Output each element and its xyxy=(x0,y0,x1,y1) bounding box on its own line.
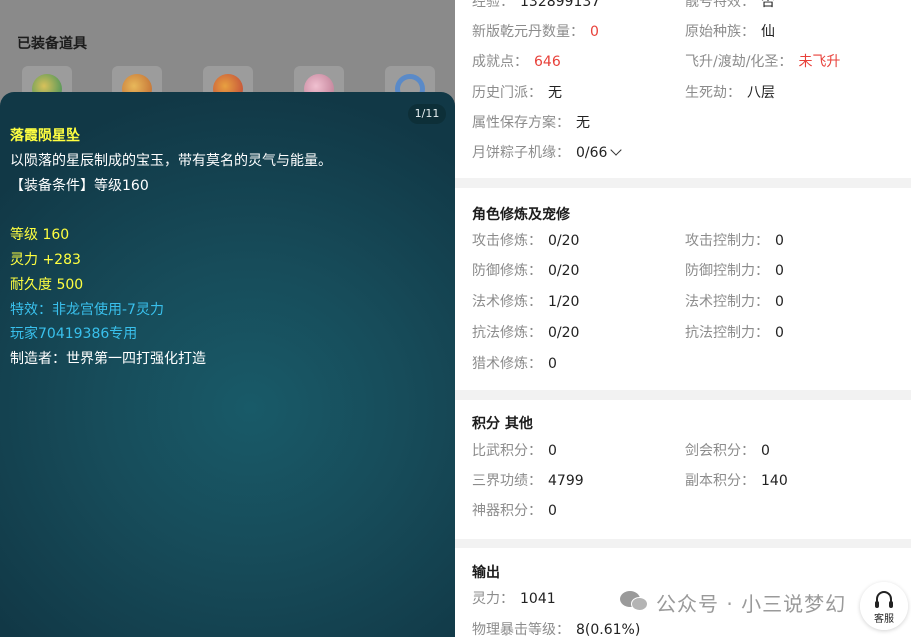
equipment-panel: 已装备道具 1/11 落霞陨星坠以陨落的星辰制成的宝玉，带有莫名的灵气与能量。【… xyxy=(0,0,455,637)
tooltip-line: 制造者：世界第一四打强化打造 xyxy=(10,351,206,368)
info-row: 靓号特效：否 xyxy=(685,0,775,10)
info-row: 新版乾元丹数量： 0 xyxy=(472,24,599,40)
wechat-icon xyxy=(620,591,650,613)
info-row: 剑会积分： 0 xyxy=(685,443,770,459)
equipped-items-title: 已装备道具 xyxy=(17,36,87,52)
info-row: 攻击控制力： 0 xyxy=(685,233,784,249)
mooncake-fate-dropdown[interactable]: 月饼粽子机缘： 0/66 xyxy=(472,143,623,163)
tooltip-line: 特效：非龙宫使用-7灵力 xyxy=(10,301,164,318)
tooltip-lines: 落霞陨星坠以陨落的星辰制成的宝玉，带有莫名的灵气与能量。 【装备条件】等级160 等… xyxy=(10,124,440,372)
basic-info-card: 经验： 132899137 靓号特效：否 新版乾元丹数量： 0 原始种族：仙 成就点… xyxy=(455,0,911,178)
item-name: 落霞陨星坠 xyxy=(10,128,80,144)
customer-service-button[interactable]: 客服 xyxy=(860,582,908,630)
points-card: 积分 其他 比武积分： 0 剑会积分： 0 三界功绩： 4799 副本积分： 140 神… xyxy=(455,400,911,539)
info-row: 飞升/渡劫/化圣： 未飞升 xyxy=(685,54,841,70)
character-info-panel: 经验： 132899137 靓号特效：否 新版乾元丹数量： 0 原始种族：仙 成就点… xyxy=(455,0,911,637)
tooltip-line: 灵力 +283 xyxy=(10,251,81,268)
info-row: 生死劫： 八层 xyxy=(685,85,775,101)
info-row: 防御修炼： 0/20 xyxy=(472,263,580,279)
info-row: 灵力： 1041 xyxy=(472,591,556,607)
tooltip-line: 等级 160 xyxy=(10,227,70,244)
info-row: 物理暴击等级： 8(0.61%) xyxy=(472,622,641,637)
info-row: 法术控制力： 0 xyxy=(685,294,784,310)
info-row: 经验： 132899137 xyxy=(472,0,601,10)
info-row: 三界功绩： 4799 xyxy=(472,473,584,489)
watermark-text: 公众号 · 小三说梦幻 xyxy=(656,591,847,616)
output-title: 输出 xyxy=(472,565,500,581)
info-row: 法术修炼： 1/20 xyxy=(472,294,580,310)
item-tooltip: 1/11 落霞陨星坠以陨落的星辰制成的宝玉，带有莫名的灵气与能量。 【装备条件】等… xyxy=(0,92,455,637)
customer-service-label: 客服 xyxy=(874,614,894,625)
info-row: 抗法修炼： 0/20 xyxy=(472,325,580,341)
info-row: 副本积分： 140 xyxy=(685,473,788,489)
info-row: 属性保存方案：无 xyxy=(472,115,590,131)
info-row: 防御控制力： 0 xyxy=(685,263,784,279)
tooltip-line: 耐久度 500 xyxy=(10,276,84,293)
points-title: 积分 其他 xyxy=(472,416,533,432)
chevron-down-icon xyxy=(610,144,623,156)
tooltip-line: 玩家70419386专用 xyxy=(10,326,138,343)
tooltip-line: 以陨落的星辰制成的宝玉，带有莫名的灵气与能量。 xyxy=(10,152,332,169)
info-row: 猎术修炼： 0 xyxy=(472,356,557,372)
info-row: 历史门派：无 xyxy=(472,85,562,101)
info-row: 抗法控制力： 0 xyxy=(685,325,784,341)
page-indicator: 1/11 xyxy=(408,104,446,124)
info-row: 攻击修炼： 0/20 xyxy=(472,233,580,249)
info-row: 成就点： 646 xyxy=(472,54,561,70)
info-row: 神器积分： 0 xyxy=(472,503,557,519)
tooltip-line xyxy=(10,198,440,223)
watermark: 公众号 · 小三说梦幻 xyxy=(620,586,846,618)
info-row: 原始种族：仙 xyxy=(685,24,775,40)
info-row: 比武积分： 0 xyxy=(472,443,557,459)
tooltip-line: 【装备条件】等级160 xyxy=(10,177,149,194)
cultivation-card: 角色修炼及宠修 攻击修炼： 0/20 攻击控制力： 0 防御修炼： 0/20 防御控制… xyxy=(455,188,911,390)
cultivation-title: 角色修炼及宠修 xyxy=(472,207,570,223)
